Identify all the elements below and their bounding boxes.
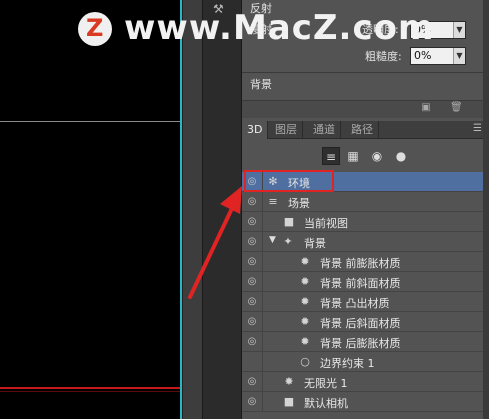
watermark-text: www.MacZ.com [124, 8, 435, 48]
mesh-icon: ✦ [283, 235, 293, 248]
visibility-toggle[interactable]: ◎ [242, 312, 263, 331]
tab-channels[interactable]: 通道 [308, 121, 341, 139]
constraint-icon: ○ [300, 355, 310, 368]
chevron-down-icon[interactable]: ▼ [453, 22, 465, 38]
background-label: 背景 [250, 78, 272, 91]
mesh-filter-icon[interactable]: ▦ [344, 147, 362, 165]
macz-logo-letter: Z [86, 14, 104, 42]
tree-row-material[interactable]: ◎ ✹ 背景 后膨胀材质 [242, 332, 483, 352]
properties-separator [242, 72, 483, 73]
canvas-red-line-shadow [0, 391, 182, 392]
tree-row-label: 背景 后斜面材质 [320, 317, 401, 330]
tree-row-background-mesh[interactable]: ◎ ▼ ✦ 背景 [242, 232, 483, 252]
tree-row-current-view[interactable]: ◎ ■ 当前视图 [242, 212, 483, 232]
tree-row-material[interactable]: ◎ ✹ 背景 前斜面材质 [242, 272, 483, 292]
eye-icon: ◎ [247, 336, 257, 347]
material-icon: ✹ [300, 315, 310, 328]
roughness-field[interactable]: 0% ▼ [410, 47, 466, 65]
tab-layers[interactable]: 图层 [270, 121, 303, 139]
tree-row-material[interactable]: ◎ ✹ 背景 后斜面材质 [242, 312, 483, 332]
chevron-down-icon[interactable]: ▼ [453, 48, 465, 64]
tree-row-label: 无限光 1 [304, 377, 348, 390]
light-icon: ✸ [284, 375, 294, 388]
tree-row-label: 当前视图 [304, 217, 348, 230]
roughness-value: 0% [414, 49, 432, 62]
material-icon: ✹ [300, 335, 310, 348]
camera-icon: ■ [283, 395, 295, 408]
scene-icon: ≡ [268, 195, 278, 208]
tree-row-label: 场景 [288, 197, 310, 210]
tab-paths[interactable]: 路径 [346, 121, 379, 139]
tree-row-material[interactable]: ◎ ✹ 背景 凸出材质 [242, 292, 483, 312]
material-icon: ✹ [300, 255, 310, 268]
material-icon: ✹ [300, 275, 310, 288]
tree-row-label: 边界约束 1 [320, 357, 375, 370]
canvas-horizon-line [0, 121, 182, 122]
eye-icon: ◎ [247, 316, 257, 327]
tree-row-default-camera[interactable]: ◎ ■ 默认相机 [242, 392, 483, 412]
visibility-toggle[interactable]: ◎ [242, 372, 263, 391]
material-icon: ✹ [300, 295, 310, 308]
tree-row-label: 背景 前膨胀材质 [320, 257, 401, 270]
tree-row-label: 背景 [304, 237, 326, 250]
tab-3d[interactable]: 3D [242, 121, 269, 139]
visibility-toggle [242, 352, 263, 371]
annotation-highlight-box [244, 170, 334, 192]
trash-icon[interactable]: 🗑 [450, 102, 463, 114]
canvas-red-line [0, 387, 182, 389]
scene-filter-icon[interactable]: ≡ [322, 147, 340, 165]
clip-to-layer-icon[interactable]: ▣ [420, 102, 432, 114]
visibility-toggle[interactable]: ◎ [242, 392, 263, 411]
tree-row-constraint[interactable]: ○ 边界约束 1 [242, 352, 483, 372]
annotation-arrow [188, 186, 242, 299]
tree-row-label: 背景 后膨胀材质 [320, 337, 401, 350]
material-filter-icon[interactable]: ◉ [368, 147, 386, 165]
panel-scrollbar[interactable] [483, 0, 489, 419]
tree-row-label: 默认相机 [304, 397, 348, 410]
tree-row-scene[interactable]: ◎ ≡ 场景 [242, 192, 483, 212]
tree-row-label: 背景 凸出材质 [320, 297, 390, 310]
camera-icon: ■ [283, 215, 295, 228]
panel-tabs: 3D 图层 通道 路径 [242, 121, 483, 139]
properties-footer [242, 100, 483, 118]
visibility-toggle[interactable]: ◎ [242, 332, 263, 351]
tree-row-material[interactable]: ◎ ✹ 背景 前膨胀材质 [242, 252, 483, 272]
roughness-label: 粗糙度: [365, 50, 402, 63]
eye-icon: ◎ [247, 396, 257, 407]
tree-row-label: 背景 前斜面材质 [320, 277, 401, 290]
eye-icon: ◎ [247, 376, 257, 387]
tree-row-infinite-light[interactable]: ◎ ✸ 无限光 1 [242, 372, 483, 392]
light-filter-icon[interactable]: ● [392, 147, 410, 165]
expand-triangle-icon[interactable]: ▼ [269, 235, 276, 245]
panel-menu-icon[interactable]: ☰ [473, 123, 482, 134]
